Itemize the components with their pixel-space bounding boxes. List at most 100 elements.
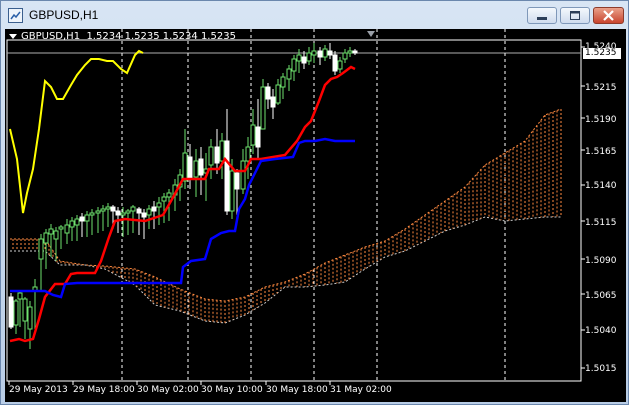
bull-candle <box>161 196 167 202</box>
bull-candle <box>105 206 111 210</box>
plot-frame <box>6 39 582 382</box>
bull-candle <box>250 124 256 146</box>
chart-shift-marker[interactable] <box>367 31 375 37</box>
bull-candle <box>245 146 251 162</box>
price-label: 1.5115 <box>585 218 617 228</box>
bull-candle <box>100 208 106 212</box>
bear-candle <box>141 212 147 218</box>
price-label: 1.5190 <box>585 115 617 125</box>
bear-candle <box>234 172 240 190</box>
bull-candle <box>27 306 33 330</box>
senkou-span-b-line <box>10 216 561 324</box>
bull-candle <box>208 146 214 166</box>
bear-candle <box>110 206 116 212</box>
bull-candle <box>342 52 348 60</box>
bull-candle <box>347 50 353 54</box>
bear-candle <box>224 140 230 212</box>
bull-candle <box>280 76 286 88</box>
time-label: 29 May 2013 <box>9 385 68 395</box>
bear-candle <box>270 96 276 108</box>
bear-candle <box>151 206 157 212</box>
bull-candle <box>166 192 172 198</box>
bear-candle <box>265 86 271 100</box>
bear-candle <box>8 296 14 328</box>
price-label: 1.5140 <box>585 181 617 191</box>
maximize-button[interactable] <box>560 7 590 24</box>
bear-candle <box>255 126 261 148</box>
bull-candle <box>286 68 292 80</box>
bull-candle <box>229 170 235 212</box>
bull-candle <box>337 60 343 70</box>
bull-candle <box>69 220 75 228</box>
bear-candle <box>327 50 333 56</box>
price-label: 1.5165 <box>585 147 617 157</box>
bull-candle <box>291 58 297 72</box>
close-button[interactable] <box>593 7 624 24</box>
bull-candle <box>43 232 49 244</box>
bull-candle <box>53 230 59 240</box>
bull-candle <box>219 140 225 162</box>
maximize-icon <box>570 11 580 20</box>
bull-candle <box>120 212 126 216</box>
ohlc-values: 1.5234 1.5235 1.5234 1.5235 <box>86 31 236 42</box>
time-label: 30 May 02:00 <box>137 385 199 395</box>
bull-candle <box>22 298 28 322</box>
bear-candle <box>317 50 323 58</box>
bull-candle <box>38 238 44 260</box>
bull-candle <box>13 300 19 326</box>
chikou-span-line <box>9 49 144 214</box>
bull-candle <box>240 160 246 190</box>
dropdown-triangle-icon[interactable] <box>9 33 17 39</box>
close-icon <box>603 10 614 21</box>
bull-candle <box>296 54 302 62</box>
bull-candle <box>260 86 266 130</box>
bear-candle <box>352 50 358 54</box>
tenkan-sen-line <box>9 65 356 343</box>
chart-window: GBPUSD,H1 GBPUSD,H1 1.5234 1.5235 1.5234… <box>0 0 629 405</box>
bear-candle <box>79 216 85 222</box>
bull-candle <box>48 228 54 235</box>
time-label: 30 May 18:00 <box>266 385 328 395</box>
chart-canvas[interactable] <box>5 29 626 402</box>
window-title: GBPUSD,H1 <box>29 8 99 22</box>
chart-window-icon <box>8 8 23 23</box>
bear-candle <box>214 146 220 164</box>
bull-candle <box>74 218 80 226</box>
bull-candle <box>17 292 23 300</box>
bull-candle <box>146 208 152 216</box>
price-label: 1.5065 <box>585 291 617 301</box>
bull-candle <box>193 160 199 178</box>
price-label: 1.5015 <box>585 364 617 374</box>
bull-candle <box>125 210 131 214</box>
bull-candle <box>95 210 101 214</box>
bear-candle <box>301 56 307 64</box>
bull-candle <box>64 224 70 234</box>
ohlc-symbol: GBPUSD,H1 <box>21 31 81 42</box>
bull-candle <box>156 202 162 208</box>
ohlc-readout: GBPUSD,H1 1.5234 1.5235 1.5234 1.5235 <box>9 31 236 42</box>
minimize-button[interactable] <box>527 7 557 24</box>
bull-candle <box>89 212 95 216</box>
bull-candle <box>322 48 328 58</box>
bull-candle <box>58 226 64 230</box>
title-bar[interactable]: GBPUSD,H1 <box>1 1 628 31</box>
bull-candle <box>84 214 90 222</box>
bull-candle <box>130 206 136 212</box>
bear-candle <box>187 156 193 180</box>
bear-candle <box>332 54 338 72</box>
bear-candle <box>136 208 142 214</box>
bear-candle <box>115 210 121 216</box>
price-label: 1.5090 <box>585 256 617 266</box>
bull-candle <box>311 50 317 56</box>
time-label: 29 May 18:00 <box>73 385 135 395</box>
bear-candle <box>198 158 204 176</box>
bull-candle <box>275 84 281 104</box>
bull-candle <box>182 152 188 182</box>
bull-candle <box>306 52 312 62</box>
time-label: 31 May 02:00 <box>330 385 392 395</box>
minimize-icon <box>537 17 547 20</box>
current-price-label: 1.5235 <box>583 48 621 59</box>
price-chart[interactable]: GBPUSD,H1 1.5234 1.5235 1.5234 1.5235 1.… <box>5 29 626 402</box>
price-label: 1.5040 <box>585 326 617 336</box>
time-label: 30 May 10:00 <box>201 385 263 395</box>
